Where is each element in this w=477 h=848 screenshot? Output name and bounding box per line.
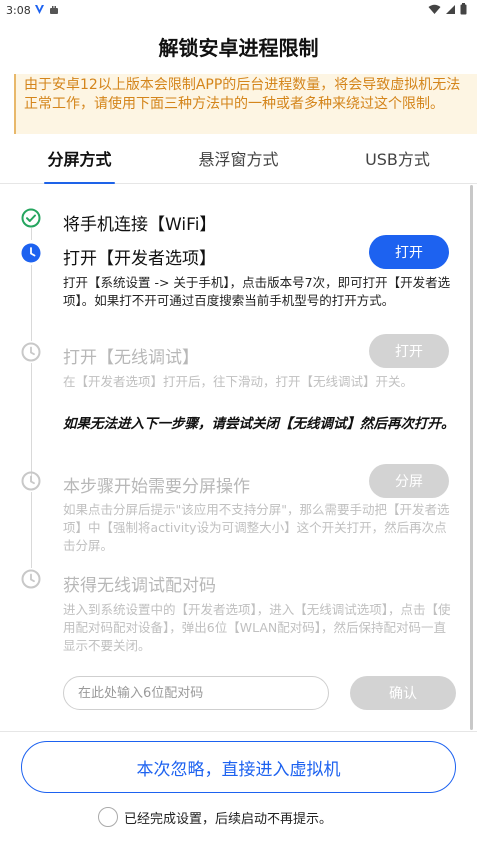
status-time: 3:08: [6, 4, 31, 17]
wifi-icon: [428, 4, 441, 14]
restriction-notice: 由于安卓12以上版本会限制APP的后台进程数量，将会导致虚拟机无法正常工作，请使…: [14, 74, 477, 134]
dont-show-again-label: 已经完成设置，后续启动不再提示。: [124, 811, 333, 827]
page-title: 解锁安卓进程限制: [158, 36, 319, 60]
status-left-icons: [34, 4, 59, 15]
clock-icon: [21, 471, 41, 491]
tab-floating-window[interactable]: 悬浮窗方式: [159, 140, 318, 183]
step-title: 将手机连接【WiFi】: [63, 215, 217, 235]
steps-panel[interactable]: 将手机连接【WiFi】 打开【开发者选项】 打开 打开【系统设置 -> 关于手机…: [0, 185, 477, 731]
timeline-connector: [31, 228, 32, 240]
confirm-pairing-code-button[interactable]: 确认: [350, 676, 456, 710]
check-circle-icon: [21, 208, 41, 228]
timeline-connector: [31, 492, 32, 568]
tab-usb[interactable]: USB方式: [318, 140, 477, 183]
step-description: 打开【系统设置 -> 关于手机】，点击版本号7次，即可打开【开发者选项】。如果打…: [63, 275, 451, 308]
clock-icon: [21, 342, 41, 362]
timeline-connector: [31, 363, 32, 481]
open-wireless-debugging-button[interactable]: 打开: [369, 334, 449, 368]
clock-icon: [21, 569, 41, 589]
step-description: 如果点击分屏后提示"该应用不支持分屏"，那么需要手动把【开发者选项】中【强制将a…: [63, 502, 450, 553]
step-title: 获得无线调试配对码: [63, 576, 216, 596]
signal-icon: [446, 4, 455, 14]
open-developer-options-button[interactable]: 打开: [369, 235, 449, 269]
vpn-v-icon: [35, 5, 44, 14]
skip-to-vm-button[interactable]: 本次忽略，直接进入虚拟机: [21, 741, 456, 793]
method-tabs: 分屏方式 悬浮窗方式 USB方式: [0, 140, 477, 184]
step-title: 打开【开发者选项】: [63, 249, 216, 269]
step-warning: 如果无法进入下一步骤，请尝试关闭【无线调试】然后再次打开。: [63, 416, 455, 432]
pairing-code-input[interactable]: [63, 676, 329, 710]
scrollbar[interactable]: [470, 185, 473, 730]
clock-icon: [21, 243, 41, 263]
battery-icon: [460, 3, 467, 15]
step-title: 打开【无线调试】: [63, 348, 199, 368]
status-right-icons: [428, 3, 467, 15]
step-title: 本步骤开始需要分屏操作: [63, 477, 250, 497]
tab-split-screen[interactable]: 分屏方式: [0, 140, 159, 184]
timeline-connector: [31, 265, 32, 341]
dont-show-again-row[interactable]: 已经完成设置，后续启动不再提示。: [98, 807, 332, 827]
status-bar: 3:08: [0, 0, 477, 22]
notice-text: 由于安卓12以上版本会限制APP的后台进程数量，将会导致虚拟机无法正常工作，请使…: [24, 77, 461, 112]
bottom-divider: [0, 731, 477, 732]
step-description: 在【开发者选项】打开后，往下滑动，打开【无线调试】开关。: [63, 374, 414, 389]
step-description: 进入到系统设置中的【开发者选项】，进入【无线调试选项】，点击【使用配对码配对设备…: [63, 602, 451, 653]
split-screen-button[interactable]: 分屏: [369, 464, 449, 498]
app-notification-icon: [50, 5, 58, 14]
dont-show-again-checkbox[interactable]: [98, 807, 118, 827]
